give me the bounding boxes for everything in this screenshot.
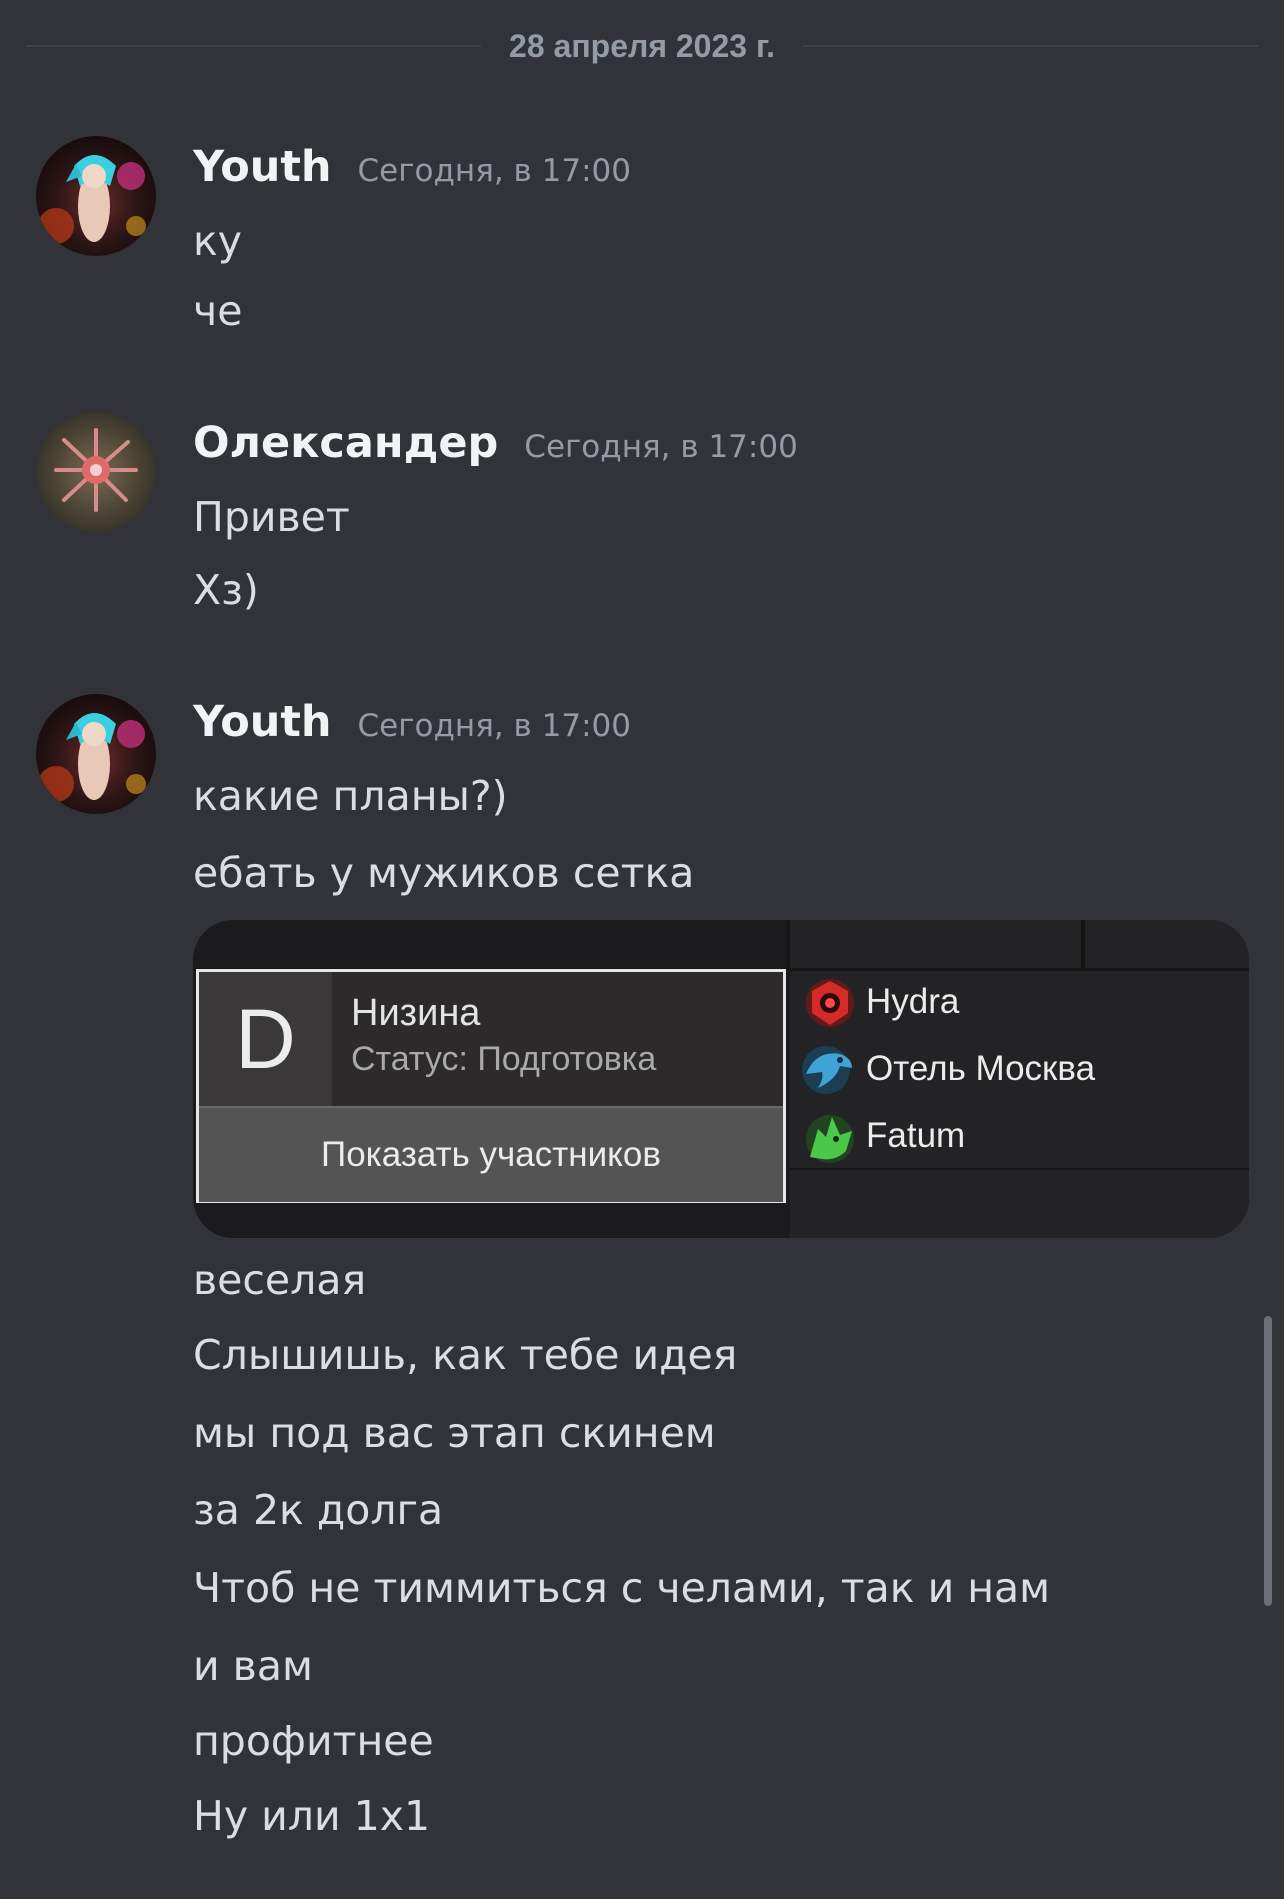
group-letter: D <box>235 991 296 1086</box>
message-header: Youth Сегодня, в 17:00 <box>193 142 631 192</box>
embed-header-segment <box>193 920 790 970</box>
timestamp: Сегодня, в 17:00 <box>357 153 632 189</box>
eagle-logo-icon <box>802 1046 852 1094</box>
team-row: Hydra <box>790 970 1249 1036</box>
message-text: и вам <box>193 1642 313 1690</box>
username[interactable]: Youth <box>193 142 332 192</box>
team-status: Статус: Подготовка <box>351 1040 657 1078</box>
message-text: Ну или 1х1 <box>193 1792 431 1840</box>
scrollbar-thumb[interactable] <box>1264 1316 1272 1606</box>
timestamp: Сегодня, в 17:00 <box>357 708 632 744</box>
username[interactable]: Youth <box>193 697 332 747</box>
wolf-logo-icon <box>806 1115 854 1163</box>
message-text: че <box>193 287 243 335</box>
message-text: ебать у мужиков сетка <box>193 849 695 897</box>
avatar[interactable] <box>36 136 156 256</box>
message-text: Хз) <box>193 566 259 614</box>
divider-line-left <box>26 45 482 47</box>
embed-header-segment <box>1085 920 1249 970</box>
message-text: ку <box>193 217 243 265</box>
teams-divider <box>790 1168 1249 1170</box>
message-header: Youth Сегодня, в 17:00 <box>193 697 631 747</box>
message-text: Привет <box>193 493 350 541</box>
message-text: за 2к долга <box>193 1486 444 1534</box>
show-members-button[interactable]: Показать участников <box>199 1106 783 1202</box>
date-divider: 28 апреля 2023 г. <box>26 26 1258 66</box>
avatar[interactable] <box>36 412 156 532</box>
embed-header-segment <box>790 920 1085 970</box>
message-text: мы под вас этап скинем <box>193 1409 716 1457</box>
divider-line-right <box>802 45 1258 47</box>
message-text: веселая <box>193 1256 367 1304</box>
message-text: Чтоб не тиммиться с челами, так и нам <box>193 1564 1051 1612</box>
username[interactable]: Олександер <box>193 418 498 468</box>
group-card: D Низина Статус: Подготовка Показать уча… <box>196 969 786 1203</box>
group-letter-box: D <box>199 972 332 1106</box>
team-name: Низина <box>351 992 481 1034</box>
hydra-logo-icon <box>806 979 854 1027</box>
timestamp: Сегодня, в 17:00 <box>524 429 798 465</box>
team-label: Fatum <box>866 1116 966 1155</box>
message-text: профитнее <box>193 1717 434 1765</box>
avatar[interactable] <box>36 694 156 814</box>
team-label: Hydra <box>866 982 960 1021</box>
message-text: Слышишь, как тебе идея <box>193 1331 738 1379</box>
team-label: Отель Москва <box>866 1049 1096 1088</box>
embedded-image[interactable]: D Низина Статус: Подготовка Показать уча… <box>193 920 1249 1238</box>
team-row: Fatum <box>790 1104 1249 1170</box>
date-divider-label: 28 апреля 2023 г. <box>509 27 775 64</box>
message-header: Олександер Сегодня, в 17:00 <box>193 418 798 468</box>
team-row: Отель Москва <box>790 1037 1249 1103</box>
message-text: какие планы?) <box>193 772 508 820</box>
